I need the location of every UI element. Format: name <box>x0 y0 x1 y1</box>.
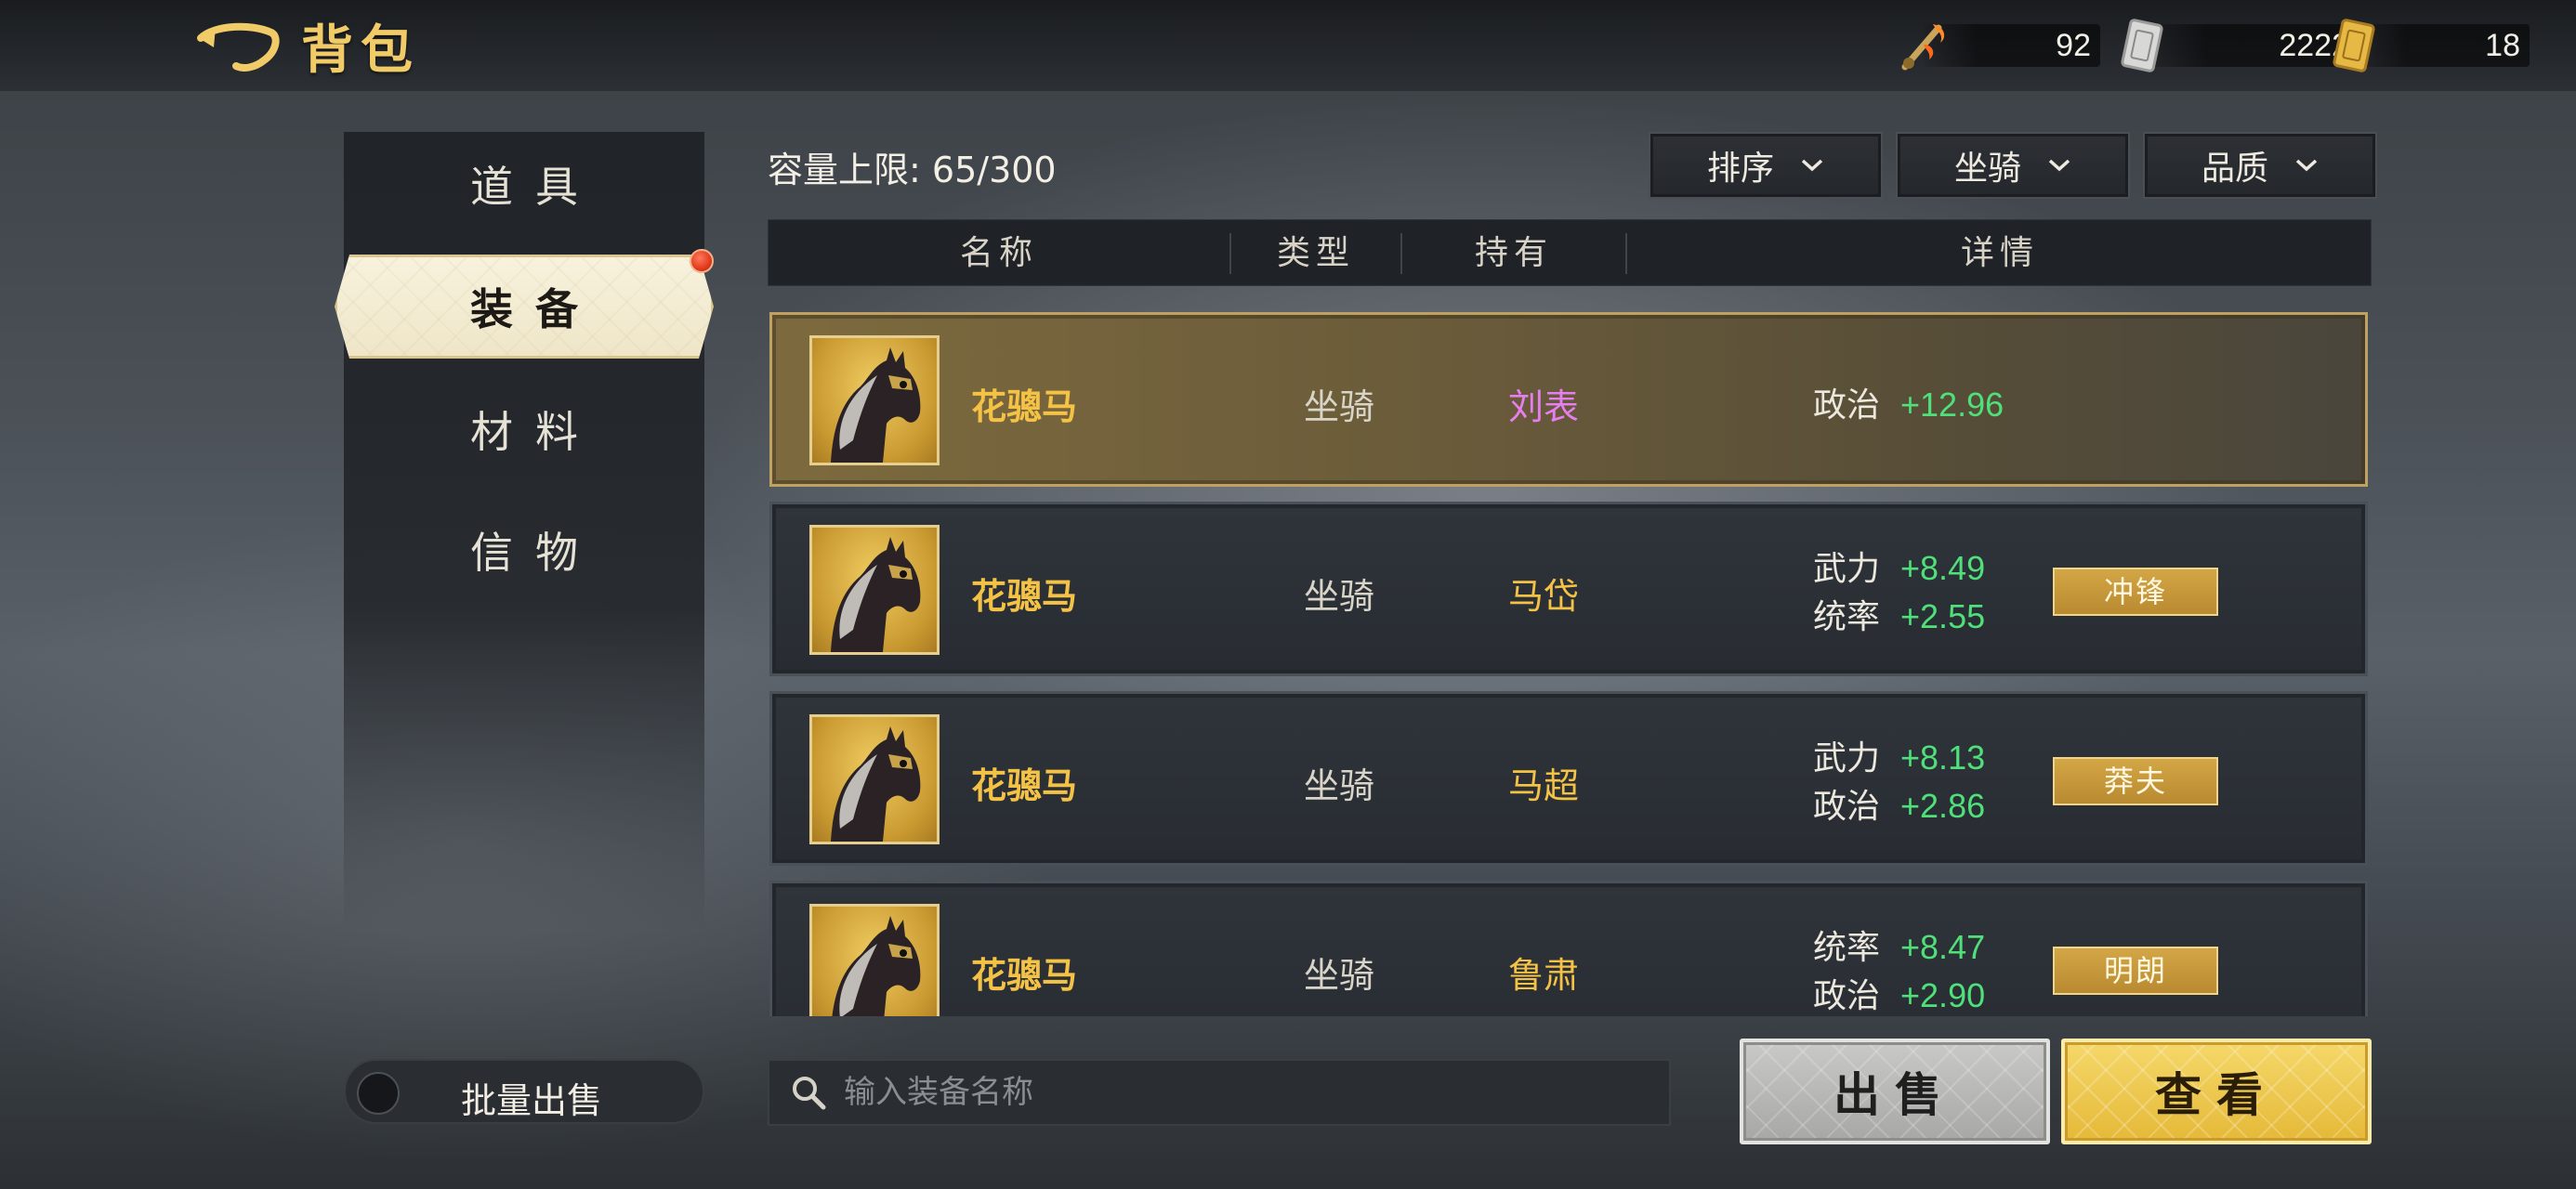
capacity-label: 容量上限: 65/300 <box>768 150 1057 190</box>
item-type: 坐骑 <box>1303 386 1374 427</box>
batch-sell-radio[interactable] <box>357 1072 400 1115</box>
category-sidebar: 道具 装备 材料 信物 <box>344 132 704 931</box>
sidebar-item-props[interactable]: 道具 <box>344 132 704 236</box>
search-box[interactable] <box>768 1059 1671 1126</box>
view-button[interactable]: 查看 <box>2061 1039 2372 1144</box>
sidebar-item-equipment[interactable]: 装备 <box>335 255 714 359</box>
sidebar-item-tokens[interactable]: 信物 <box>344 498 704 602</box>
stat-line: 政治 +2.86 <box>1813 787 1986 826</box>
type-dropdown[interactable]: 坐骑 <box>1896 132 2130 199</box>
stat-line: 政治 +2.90 <box>1813 976 1986 1015</box>
sell-button[interactable]: 出售 <box>1740 1039 2050 1144</box>
item-owner: 马岱 <box>1507 576 1579 617</box>
stat-line: 政治 +12.96 <box>1813 385 2004 425</box>
table-header: 名称 类型 持有 详情 <box>768 219 2372 286</box>
item-owner: 刘表 <box>1507 386 1579 427</box>
currency-silver: 2222 <box>2113 17 2359 74</box>
horse-portrait <box>809 904 940 1016</box>
silver-token-icon <box>2121 19 2163 72</box>
horse-icon <box>831 726 921 842</box>
currency-fire: 92 <box>1896 17 2100 74</box>
horse-portrait <box>809 714 940 844</box>
trait-tag: 明朗 <box>2053 947 2218 995</box>
sidebar-item-materials[interactable]: 材料 <box>344 377 704 481</box>
chevron-down-icon <box>2295 159 2318 172</box>
back-button[interactable]: 背包 <box>195 13 437 81</box>
horse-icon <box>832 916 921 1016</box>
horse-icon <box>831 537 921 652</box>
fire-sword-icon <box>1901 24 1945 71</box>
horse-portrait <box>809 525 940 655</box>
stat-line: 统率 +2.55 <box>1813 597 1986 636</box>
item-name: 花骢马 <box>971 386 1078 427</box>
stat-line: 武力 +8.49 <box>1813 549 1986 588</box>
horse-portrait <box>809 335 940 465</box>
table-row[interactable]: 花骢马 坐骑 马岱 武力 +8.49 统率 +2.55 冲锋 <box>769 502 2368 676</box>
column-type: 类型 <box>1276 234 1355 272</box>
column-detail: 详情 <box>1960 234 2039 272</box>
chevron-down-icon <box>2048 159 2070 172</box>
column-name: 名称 <box>959 234 1038 272</box>
trait-tag: 莽夫 <box>2053 757 2218 805</box>
search-icon <box>793 1077 826 1110</box>
item-name: 花骢马 <box>971 765 1078 806</box>
item-owner: 鲁肃 <box>1507 955 1579 996</box>
stat-line: 统率 +8.47 <box>1813 928 1986 967</box>
sort-dropdown[interactable]: 排序 <box>1649 132 1883 199</box>
table-row[interactable]: 花骢马 坐骑 鲁肃 统率 +8.47 政治 +2.90 明朗 <box>769 881 2368 1016</box>
chevron-down-icon <box>1801 159 1823 172</box>
equipment-list[interactable]: 花骢马 坐骑 刘表 政治 +12.96 花骢马 坐骑 马岱 武力 +8.49 统率 +… <box>768 307 2372 1016</box>
gold-token-icon <box>2333 19 2375 72</box>
back-arrow-icon <box>197 22 280 72</box>
stat-line: 武力 +8.13 <box>1813 738 1986 777</box>
item-name: 花骢马 <box>971 576 1078 617</box>
item-owner: 马超 <box>1507 765 1579 806</box>
page-title: 背包 <box>301 19 420 81</box>
search-input[interactable] <box>844 1074 1643 1111</box>
notification-badge <box>690 249 714 273</box>
item-type: 坐骑 <box>1303 576 1374 617</box>
column-owner: 持有 <box>1474 234 1553 272</box>
currency-gold: 18 <box>2325 17 2530 74</box>
item-type: 坐骑 <box>1303 955 1374 996</box>
table-row[interactable]: 花骢马 坐骑 马超 武力 +8.13 政治 +2.86 莽夫 <box>769 691 2368 866</box>
item-type: 坐骑 <box>1303 765 1374 806</box>
quality-dropdown[interactable]: 品质 <box>2143 132 2377 199</box>
item-name: 花骢马 <box>971 955 1078 996</box>
trait-tag: 冲锋 <box>2053 568 2218 616</box>
batch-sell-toggle[interactable]: 批量出售 <box>344 1059 704 1124</box>
horse-icon <box>831 347 921 463</box>
table-row[interactable]: 花骢马 坐骑 刘表 政治 +12.96 <box>769 312 2368 487</box>
